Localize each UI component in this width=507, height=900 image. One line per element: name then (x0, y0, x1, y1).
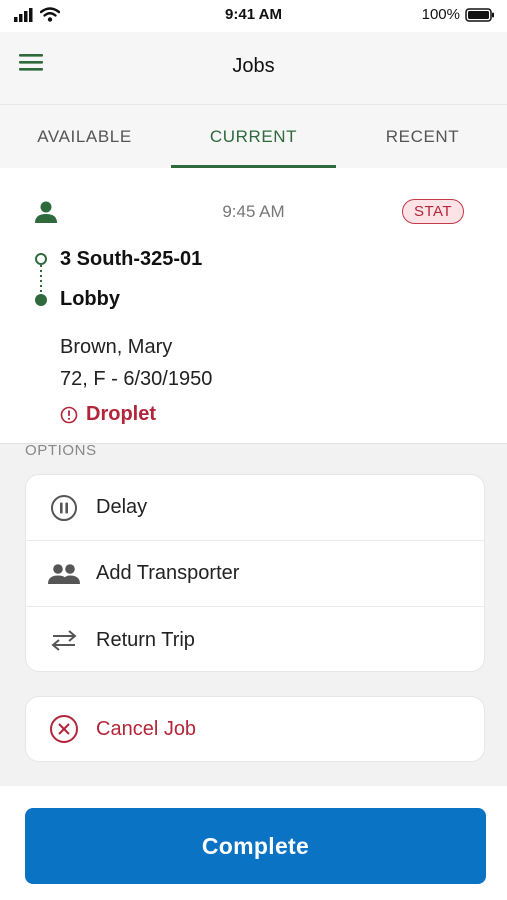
options-section: OPTIONS Delay Add Transporter Return Tri… (0, 442, 507, 786)
tab-current[interactable]: CURRENT (169, 105, 338, 168)
battery-percentage: 100% (421, 6, 460, 23)
swap-arrows-icon (48, 624, 80, 656)
app-header: Jobs (0, 32, 507, 104)
priority-badge: STAT (402, 199, 464, 224)
status-bar: 9:41 AM 100% (0, 0, 507, 32)
cancel-job-label: Cancel Job (96, 717, 197, 740)
route-path-icon (35, 253, 47, 306)
delay-option[interactable]: Delay (26, 475, 484, 541)
tab-available[interactable]: AVAILABLE (0, 105, 169, 168)
options-list: Delay Add Transporter Return Trip (25, 474, 485, 672)
battery-icon (465, 7, 494, 22)
alert-circle-icon (60, 406, 78, 423)
job-card[interactable]: 9:45 AM STAT 3 South-325-01 Lobby Brown,… (0, 168, 507, 444)
add-transporter-label: Add Transporter (96, 562, 240, 584)
page-title: Jobs (232, 55, 275, 77)
return-trip-label: Return Trip (96, 628, 195, 651)
cancel-circle-icon (48, 713, 80, 745)
complete-button[interactable]: Complete (25, 808, 486, 884)
battery-status: 100% (422, 6, 495, 23)
patient-name: Brown, Mary (60, 336, 173, 358)
isolation-label: Droplet (86, 403, 156, 425)
add-transporter-option[interactable]: Add Transporter (26, 541, 484, 607)
cancel-job-button[interactable]: Cancel Job (25, 696, 485, 762)
options-heading: OPTIONS (25, 442, 97, 459)
footer: Complete (0, 786, 507, 900)
tab-recent[interactable]: RECENT (338, 105, 507, 168)
people-icon (48, 558, 80, 590)
job-tabs: AVAILABLE CURRENT RECENT (0, 104, 507, 168)
patient-details: 72, F - 6/30/1950 (60, 368, 213, 390)
isolation-precaution: Droplet (60, 403, 156, 426)
delay-label: Delay (96, 496, 148, 518)
route-origin: 3 South-325-01 (60, 248, 203, 270)
route-destination: Lobby (60, 288, 120, 310)
return-trip-option[interactable]: Return Trip (26, 607, 484, 671)
pause-circle-icon (48, 492, 80, 524)
